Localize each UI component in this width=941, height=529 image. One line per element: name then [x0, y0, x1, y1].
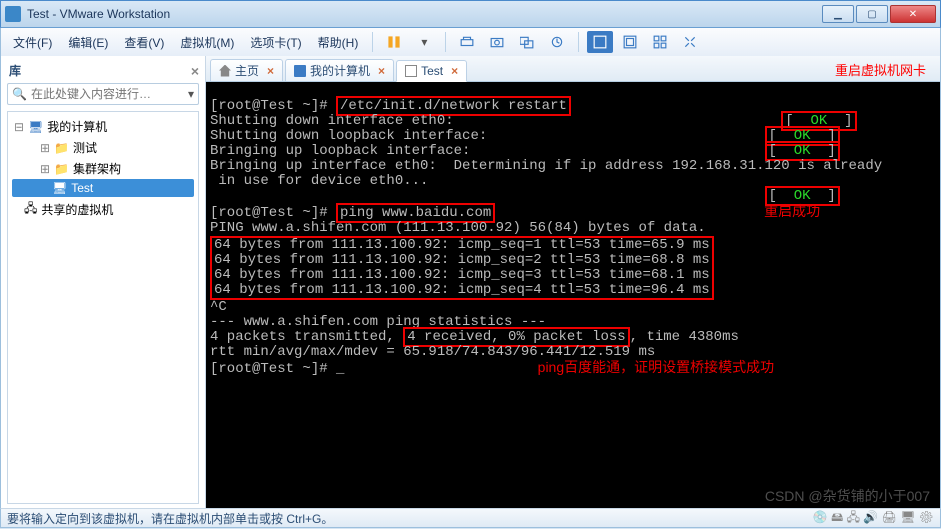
- sidebar-close-icon[interactable]: ×: [191, 63, 199, 79]
- menu-tabs[interactable]: 选项卡(T): [244, 31, 307, 54]
- vm-icon: [405, 65, 417, 77]
- close-button[interactable]: ✕: [890, 5, 936, 23]
- pause-icon[interactable]: [381, 31, 407, 53]
- tab-close-icon[interactable]: ×: [267, 64, 274, 78]
- window-title: Test - VMware Workstation: [27, 7, 822, 21]
- home-icon: [219, 65, 231, 77]
- device-icons[interactable]: 💿 🖴 🖧 🔊 🖨 🖥 ⚙: [813, 508, 934, 529]
- annotation-restart: 重启虚拟机网卡: [835, 60, 926, 79]
- app-icon: [5, 6, 21, 22]
- thumbnail-icon[interactable]: [647, 31, 673, 53]
- tab-my-computer[interactable]: 我的计算机×: [285, 59, 394, 81]
- tree-vm-test[interactable]: 🖥Test: [12, 179, 194, 197]
- stretch-icon[interactable]: [677, 31, 703, 53]
- search-box[interactable]: 🔍 ▾: [7, 83, 199, 105]
- status-bar: 要将输入定向到该虚拟机，请在虚拟机内部单击或按 Ctrl+G。 💿 🖴 🖧 🔊 …: [0, 508, 941, 528]
- content-area: 主页× 我的计算机× Test× 重启虚拟机网卡 [root@Test ~]# …: [206, 56, 940, 508]
- search-dropdown-icon[interactable]: ▾: [188, 87, 194, 101]
- menu-file[interactable]: 文件(F): [7, 31, 58, 54]
- search-icon: 🔍: [12, 87, 27, 101]
- menu-help[interactable]: 帮助(H): [312, 31, 365, 54]
- tab-test[interactable]: Test×: [396, 60, 467, 82]
- tab-home[interactable]: 主页×: [210, 59, 283, 81]
- terminal[interactable]: [root@Test ~]# /etc/init.d/network resta…: [206, 82, 940, 508]
- dropdown-icon[interactable]: ▾: [411, 31, 437, 53]
- snapshot-icon[interactable]: [484, 31, 510, 53]
- fullscreen-icon[interactable]: [587, 31, 613, 53]
- send-ctrl-alt-del-icon[interactable]: [454, 31, 480, 53]
- menu-view[interactable]: 查看(V): [118, 31, 170, 54]
- highlight-ping-results: 64 bytes from 111.13.100.92: icmp_seq=1 …: [210, 236, 714, 300]
- tab-close-icon[interactable]: ×: [378, 64, 385, 78]
- tree-folder-cluster[interactable]: ⊞📁集群架构: [12, 158, 194, 179]
- snapshot-manager-icon[interactable]: [514, 31, 540, 53]
- search-input[interactable]: [31, 87, 188, 101]
- annotation-ping-ok: ping百度能通，证明设置桥接模式成功: [538, 359, 774, 375]
- titlebar: Test - VMware Workstation ▁ ▢ ✕: [0, 0, 941, 28]
- sidebar-title: 库: [9, 62, 21, 79]
- computer-icon: [294, 65, 306, 77]
- watermark: CSDN @杂货铺的小于007: [765, 489, 930, 504]
- tab-close-icon[interactable]: ×: [451, 64, 458, 78]
- maximize-button[interactable]: ▢: [856, 5, 888, 23]
- sidebar: 库 × 🔍 ▾ ⊟🖥我的计算机 ⊞📁测试 ⊞📁集群架构 🖥Test 🖧共享的虚拟机: [1, 56, 206, 508]
- annotation-success: 重启成功: [764, 203, 820, 219]
- status-text: 要将输入定向到该虚拟机，请在虚拟机内部单击或按 Ctrl+G。: [7, 510, 333, 527]
- unity-icon[interactable]: [617, 31, 643, 53]
- tree-folder-test[interactable]: ⊞📁测试: [12, 137, 194, 158]
- revert-icon[interactable]: [544, 31, 570, 53]
- minimize-button[interactable]: ▁: [822, 5, 854, 23]
- menu-edit[interactable]: 编辑(E): [62, 31, 114, 54]
- tab-bar: 主页× 我的计算机× Test× 重启虚拟机网卡: [206, 56, 940, 82]
- tree-shared[interactable]: 🖧共享的虚拟机: [12, 197, 194, 222]
- menu-vm[interactable]: 虚拟机(M): [174, 31, 240, 54]
- tree: ⊟🖥我的计算机 ⊞📁测试 ⊞📁集群架构 🖥Test 🖧共享的虚拟机: [7, 111, 199, 504]
- tree-root[interactable]: ⊟🖥我的计算机: [12, 116, 194, 137]
- menubar: 文件(F) 编辑(E) 查看(V) 虚拟机(M) 选项卡(T) 帮助(H) ▾: [0, 28, 941, 56]
